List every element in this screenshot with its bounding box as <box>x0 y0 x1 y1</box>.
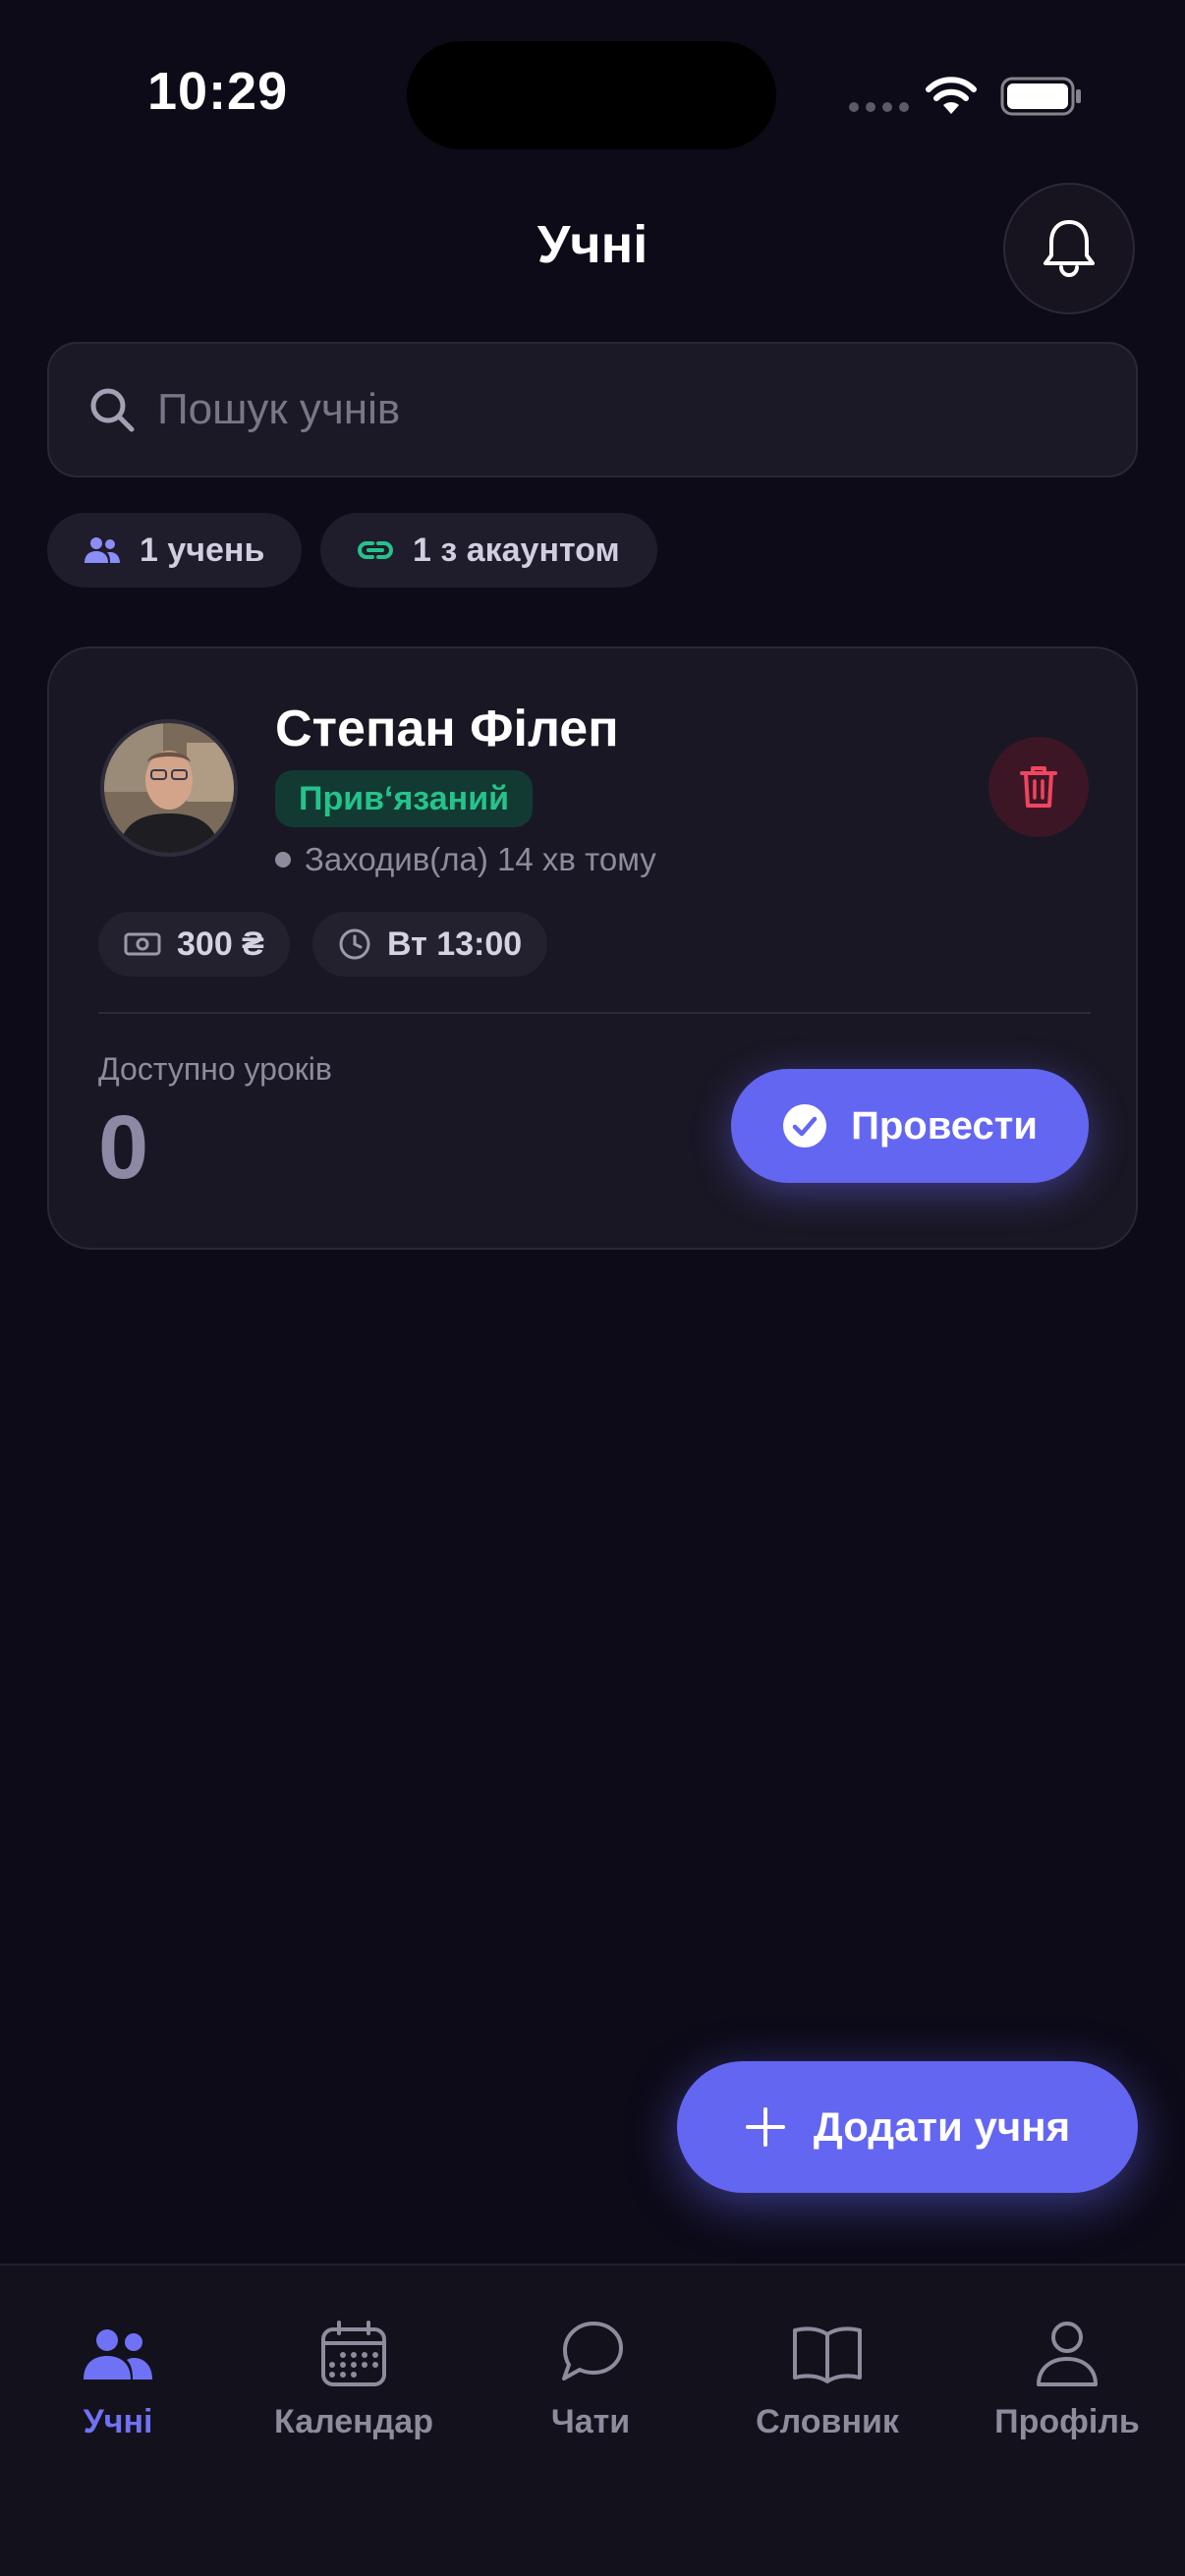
check-circle-icon <box>783 1104 827 1148</box>
dynamic-island <box>407 41 776 149</box>
schedule-chip: Вт 13:00 <box>312 912 548 977</box>
cellular-signal-icon <box>849 102 909 112</box>
trash-icon <box>1020 766 1057 808</box>
available-lessons-label: Доступно уроків <box>98 1051 332 1087</box>
tab-bar: Учні Календар Чати Словник Профіль <box>0 2264 1185 2576</box>
add-student-label: Додати учня <box>813 2103 1071 2150</box>
tab-students-label: Учні <box>83 2403 153 2440</box>
card-divider <box>98 1012 1091 1014</box>
tab-chats[interactable]: Чати <box>473 2315 708 2441</box>
students-count-label: 1 учень <box>140 531 265 569</box>
plus-icon <box>745 2107 785 2147</box>
tab-calendar[interactable]: Календар <box>236 2315 472 2441</box>
search-icon <box>90 388 135 432</box>
tab-dictionary-label: Словник <box>756 2403 899 2440</box>
tab-chats-label: Чати <box>550 2403 631 2440</box>
linked-status-badge: Прив‘язаний <box>275 770 533 827</box>
conduct-lesson-button[interactable]: Провести <box>731 1069 1089 1183</box>
clock-icon <box>339 928 370 960</box>
users-icon <box>84 2329 152 2380</box>
accounts-count-chip: 1 з акаунтом <box>320 513 657 588</box>
user-icon <box>1037 2322 1098 2386</box>
search-bar[interactable] <box>47 342 1138 477</box>
price-chip: 300 ₴ <box>98 912 290 977</box>
tab-dictionary[interactable]: Словник <box>709 2315 945 2441</box>
tab-profile[interactable]: Профіль <box>949 2315 1185 2441</box>
tab-students[interactable]: Учні <box>0 2315 236 2441</box>
wifi-icon <box>926 77 977 114</box>
accounts-count-label: 1 з акаунтом <box>413 531 620 569</box>
add-student-button[interactable]: Додати учня <box>677 2061 1138 2193</box>
tab-calendar-label: Календар <box>274 2403 433 2440</box>
avatar <box>100 719 238 857</box>
battery-icon <box>1000 77 1081 116</box>
student-name: Степан Філеп <box>275 700 619 757</box>
students-count-chip: 1 учень <box>47 513 303 588</box>
status-bar: 10:29 <box>0 0 1185 177</box>
calendar-icon <box>321 2321 386 2386</box>
cash-icon <box>124 932 161 956</box>
status-time: 10:29 <box>147 62 289 121</box>
last-seen-text: Заходив(ла) 14 хв тому <box>305 841 656 877</box>
chat-icon <box>562 2322 623 2380</box>
presence-dot <box>275 852 291 868</box>
schedule-text: Вт 13:00 <box>387 924 523 963</box>
student-card[interactable]: Степан Філеп Прив‘язаний Заходив(ла) 14 … <box>47 646 1138 1250</box>
last-seen: Заходив(ла) 14 хв тому <box>275 841 656 878</box>
book-icon <box>793 2326 862 2383</box>
conduct-lesson-label: Провести <box>851 1103 1038 1148</box>
available-lessons-value: 0 <box>98 1097 149 1198</box>
search-input[interactable] <box>157 385 1042 434</box>
tab-profile-label: Профіль <box>994 2403 1140 2440</box>
users-icon <box>85 537 120 563</box>
delete-student-button[interactable] <box>988 737 1089 837</box>
price-text: 300 ₴ <box>177 924 264 963</box>
bell-icon <box>1044 220 1095 277</box>
link-icon <box>358 541 393 559</box>
notifications-button[interactable] <box>1003 183 1135 314</box>
